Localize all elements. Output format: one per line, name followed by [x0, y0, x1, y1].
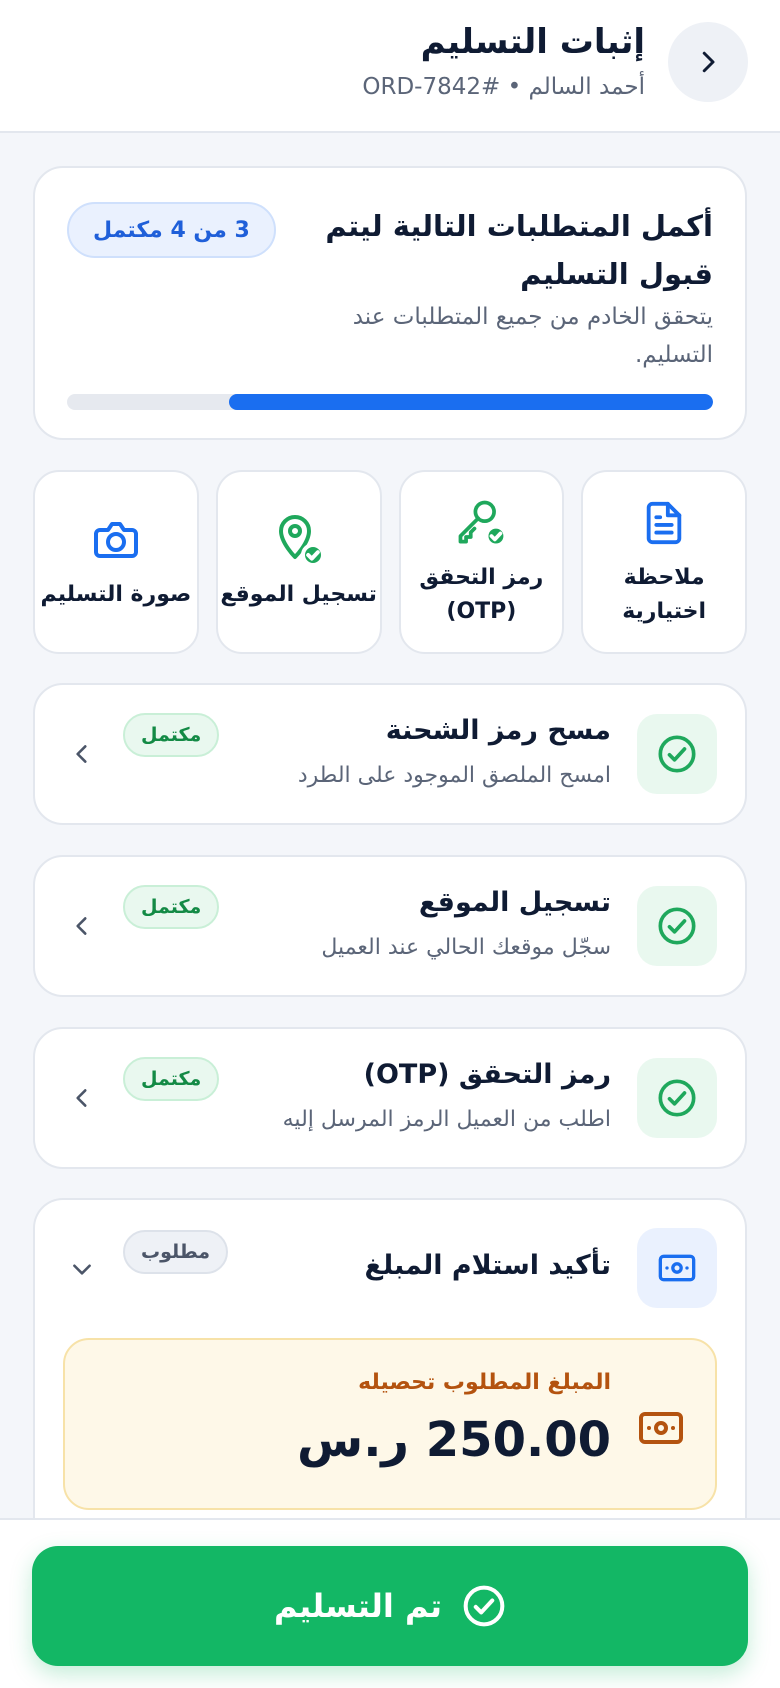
page-title: إثبات التسليم — [420, 22, 645, 62]
location-check-icon — [271, 512, 327, 568]
amount-box: المبلغ المطلوب تحصيله 250.00 ر.س — [63, 1338, 717, 1510]
document-icon — [636, 495, 692, 551]
step-description: اطلب من العميل الرمز المرسل إليه — [282, 1107, 611, 1132]
app-header: إثبات التسليم أحمد السالم • #ORD-7842 — [0, 0, 780, 133]
check-circle-icon — [637, 1058, 717, 1138]
key-check-icon — [453, 495, 509, 551]
check-circle-icon — [637, 886, 717, 966]
progress-title: أكمل المتطلبات التالية ليتم قبول التسليم — [325, 209, 713, 291]
progress-card: أكمل المتطلبات التالية ليتم قبول التسليم… — [33, 166, 747, 440]
tile-delivery-photo[interactable]: صورة التسليم — [33, 470, 199, 654]
step-title: تأكيد استلام المبلغ — [364, 1250, 612, 1281]
chevron-left-icon — [65, 737, 99, 771]
step-description: سجّل موقعك الحالي عند العميل — [321, 935, 611, 960]
status-badge: مكتمل — [123, 885, 220, 929]
step-title: رمز التحقق (OTP) — [363, 1059, 611, 1090]
tile-location[interactable]: تسجيل الموقع — [215, 470, 382, 654]
back-button[interactable] — [668, 22, 748, 102]
step-scan-shipment[interactable]: مسح رمز الشحنة امسح الملصق الموجود على ا… — [33, 683, 747, 825]
camera-icon — [88, 512, 144, 568]
step-register-location[interactable]: تسجيل الموقع سجّل موقعك الحالي عند العمي… — [33, 855, 747, 997]
tile-label: رمز التحقق (OTP) — [419, 565, 544, 624]
tile-label: ملاحظة اختيارية — [622, 565, 707, 624]
step-title: مسح رمز الشحنة — [385, 715, 611, 746]
tile-otp[interactable]: رمز التحقق (OTP) — [398, 470, 565, 654]
confirm-delivery-label: تم التسليم — [273, 1587, 443, 1625]
check-circle-icon — [463, 1585, 505, 1627]
status-badge: مكتمل — [123, 1057, 220, 1101]
footer-bar: تم التسليم — [0, 1518, 780, 1688]
step-payment-confirmation[interactable]: تأكيد استلام المبلغ مطلوب المبلغ المطلوب… — [33, 1198, 747, 1528]
cash-icon — [635, 1406, 687, 1450]
status-badge: مطلوب — [123, 1230, 229, 1274]
tile-label: تسجيل الموقع — [220, 582, 377, 607]
progress-badge: 3 من 4 مكتمل — [67, 202, 276, 258]
chevron-down-icon[interactable] — [65, 1252, 99, 1286]
step-title: تسجيل الموقع — [418, 887, 611, 918]
status-badge: مكتمل — [123, 713, 220, 757]
cash-icon — [637, 1228, 717, 1308]
chevron-left-icon — [65, 909, 99, 943]
progress-bar-fill — [228, 394, 713, 410]
check-circle-icon — [637, 714, 717, 794]
amount-label: المبلغ المطلوب تحصيله — [358, 1370, 611, 1395]
chevron-left-icon — [65, 1081, 99, 1115]
order-subtitle: أحمد السالم • #ORD-7842 — [362, 74, 645, 100]
tile-label: صورة التسليم — [40, 582, 192, 607]
amount-value: 250.00 ر.س — [296, 1412, 611, 1468]
progress-description: يتحقق الخادم من جميع المتطلبات عند التسل… — [352, 304, 713, 368]
progress-bar — [67, 394, 713, 410]
chevron-right-icon — [702, 51, 715, 73]
step-description: امسح الملصق الموجود على الطرد — [297, 763, 611, 788]
quick-actions: ملاحظة اختيارية رمز التحقق (OTP) تسجيل ا… — [33, 470, 747, 654]
tile-optional-note[interactable]: ملاحظة اختيارية — [581, 470, 747, 654]
confirm-delivery-button[interactable]: تم التسليم — [32, 1546, 748, 1666]
step-otp[interactable]: رمز التحقق (OTP) اطلب من العميل الرمز ال… — [33, 1027, 747, 1169]
